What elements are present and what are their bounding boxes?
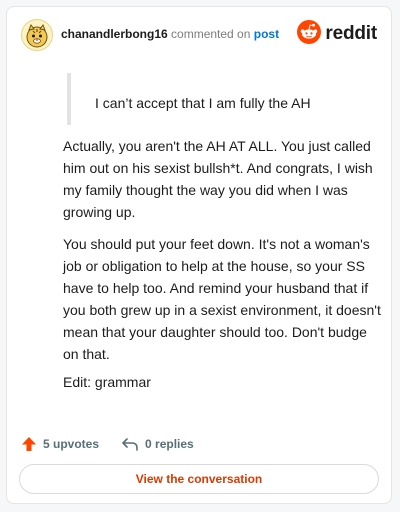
username-link[interactable]: chanandlerbong16	[61, 27, 168, 41]
reddit-brand[interactable]: reddit	[297, 19, 377, 49]
comment-paragraph: You should put your feet down. It's not …	[63, 236, 381, 362]
post-link[interactable]: post	[254, 27, 279, 41]
commented-on-text: commented on	[171, 27, 251, 41]
reply-count: 0 replies	[145, 437, 194, 451]
comment-paragraph: Edit: grammar	[63, 374, 151, 390]
upvote-count: 5 upvotes	[43, 437, 100, 451]
reply-button[interactable]: 0 replies	[121, 436, 194, 452]
comment-meta: chanandlerbong16 commented on post	[61, 27, 279, 41]
comment-actions: 5 upvotes 0 replies	[21, 435, 194, 453]
tiger-avatar-icon[interactable]	[21, 19, 53, 51]
comment-card: chanandlerbong16 commented on post reddi…	[6, 6, 392, 504]
upvote-arrow-icon	[22, 437, 36, 451]
view-conversation-button[interactable]: View the conversation	[19, 464, 379, 494]
reddit-wordmark: reddit	[325, 23, 377, 44]
quoted-text: I can’t accept that I am fully the AH	[95, 95, 311, 111]
reply-arrow-icon	[122, 438, 138, 451]
upvote-button[interactable]: 5 upvotes	[21, 436, 99, 452]
comment-paragraph: Actually, you aren't the AH AT ALL. You …	[63, 138, 373, 220]
reddit-alien-icon	[297, 19, 322, 49]
comment-header: chanandlerbong16 commented on post reddi…	[7, 7, 391, 63]
quote-block: I can’t accept that I am fully the AH	[67, 73, 367, 125]
